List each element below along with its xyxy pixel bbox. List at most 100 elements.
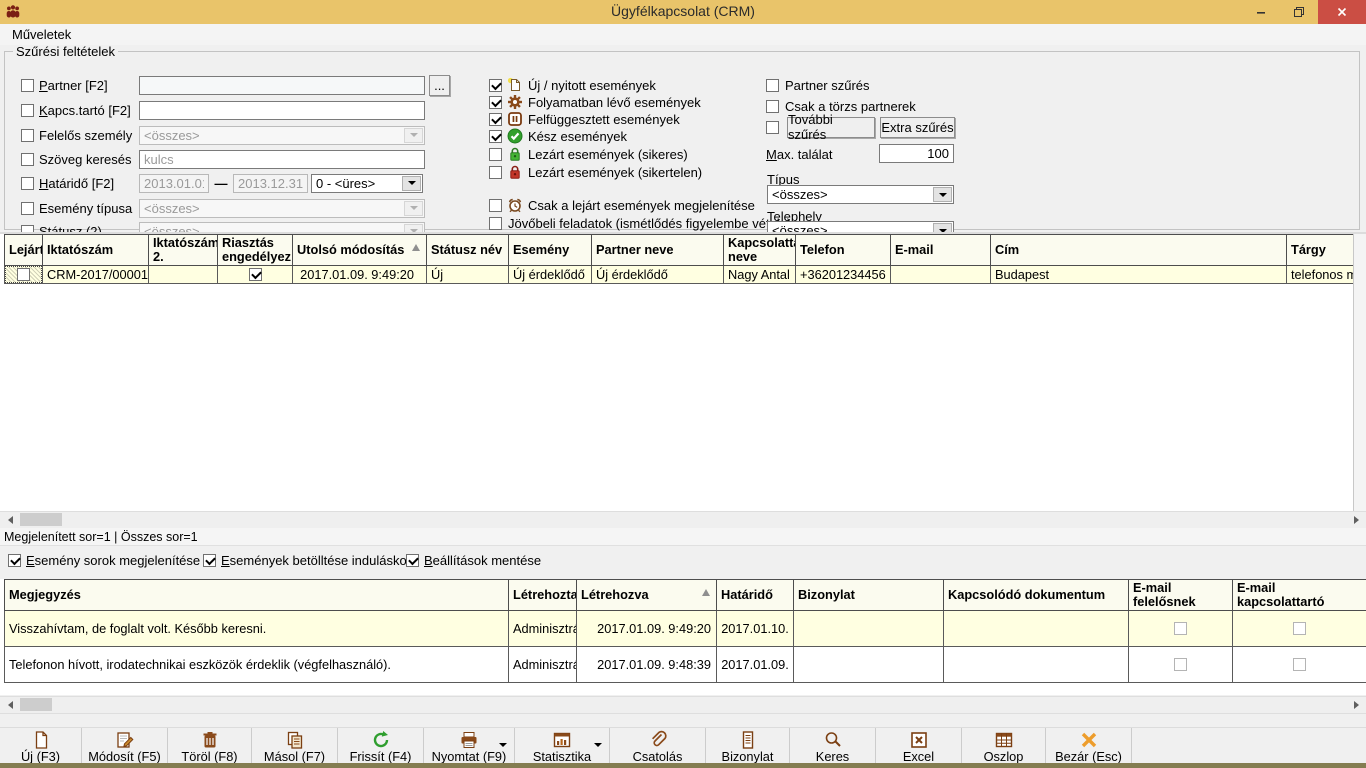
toolbar-torol-button[interactable]: Töröl (F8) — [168, 728, 252, 764]
col-megjegyzes[interactable]: Megjegyzés — [5, 580, 509, 611]
esemenyek-betoltese-checkbox[interactable] — [203, 554, 216, 567]
felelos-combo[interactable]: <összes> — [139, 126, 425, 145]
kapcstarto-filter-checkbox[interactable] — [21, 104, 34, 117]
toolbar-csatolas-button[interactable]: Csatolás — [610, 728, 706, 764]
email-kapcsolattarto-checkbox[interactable] — [1293, 622, 1306, 635]
uj-nyitott-checkbox[interactable] — [489, 79, 502, 92]
cell-email-kapcsolattarto — [1233, 611, 1366, 647]
esemeny-sorok-checkbox[interactable] — [8, 554, 21, 567]
riasztas-checkbox[interactable] — [249, 268, 262, 281]
email-felelos-checkbox[interactable] — [1174, 622, 1187, 635]
notes-grid-hscrollbar[interactable] — [0, 696, 1366, 714]
hscroll-left-arrow-icon[interactable] — [2, 514, 18, 526]
restore-button[interactable] — [1280, 0, 1318, 24]
col-email-felelosnek[interactable]: E-mail felelősnek — [1129, 580, 1233, 611]
szoveg-filter-checkbox[interactable] — [21, 153, 34, 166]
note-row[interactable]: Telefonon hívott, irodatechnikai eszközö… — [5, 647, 1366, 683]
toolbar-oszlop-button[interactable]: Oszlop — [962, 728, 1046, 764]
toolbar-excel-button[interactable]: Excel — [876, 728, 962, 764]
extra-szures-button[interactable]: Extra szűrés — [880, 117, 955, 138]
tipus-combo-arrow-icon[interactable] — [933, 187, 952, 202]
col-lejart[interactable]: Lejárt — [5, 235, 43, 266]
col-hatarido[interactable]: Határidő — [717, 580, 794, 611]
nyomtat-dropdown-arrow-icon[interactable] — [499, 743, 507, 747]
toolbar-modosit-button[interactable]: Módosít (F5) — [82, 728, 168, 764]
col-partner-neve[interactable]: Partner neve — [592, 235, 724, 266]
col-email-kapcsolattarto[interactable]: E-mail kapcsolattartó — [1233, 580, 1366, 611]
col-kapcsolodo-dokumentum[interactable]: Kapcsolódó dokumentum — [944, 580, 1129, 611]
col-email[interactable]: E-mail — [891, 235, 991, 266]
tipus-combo[interactable]: <összes> — [767, 185, 954, 204]
close-button[interactable] — [1318, 0, 1366, 24]
toolbar-bezar-label: Bezár (Esc) — [1055, 749, 1122, 764]
max-talalat-input[interactable] — [879, 144, 954, 163]
window-title: Ügyfélkapcsolat (CRM) — [0, 3, 1366, 19]
menu-muveletek[interactable]: Műveletek — [8, 27, 75, 42]
toolbar-masol-button[interactable]: Másol (F7) — [252, 728, 338, 764]
toolbar-frissit-button[interactable]: Frissít (F4) — [338, 728, 424, 764]
tovabbi-szures-button[interactable]: További szűrés — [787, 117, 875, 138]
szoveg-input[interactable] — [139, 150, 425, 169]
hatarido-empty-combo-arrow-icon[interactable] — [402, 176, 421, 191]
hscroll-left-arrow-icon[interactable] — [2, 699, 18, 711]
hscroll-right-arrow-icon[interactable] — [1348, 699, 1364, 711]
hatarido-from-input[interactable] — [139, 174, 209, 193]
col-bizonylat[interactable]: Bizonylat — [794, 580, 944, 611]
torzs-partnerek-checkbox[interactable] — [766, 100, 779, 113]
toolbar-nyomtat-label: Nyomtat (F9) — [432, 749, 507, 764]
col-iktatoszam2[interactable]: Iktatószám 2. — [149, 235, 218, 266]
partner-szures-checkbox[interactable] — [766, 79, 779, 92]
hscroll-thumb[interactable] — [20, 513, 62, 526]
minimize-button[interactable] — [1242, 0, 1280, 24]
kapcstarto-input[interactable] — [139, 101, 425, 120]
csak-lejart-checkbox[interactable] — [489, 199, 502, 212]
col-kapcsolattarto-neve[interactable]: Kapcsolatta neve — [724, 235, 796, 266]
lezart-sikertelen-checkbox[interactable] — [489, 166, 502, 179]
beallitasok-mentese-checkbox[interactable] — [406, 554, 419, 567]
partner-browse-button[interactable]: ... — [429, 75, 450, 96]
col-riasztas[interactable]: Riasztás engedélyez — [218, 235, 293, 266]
hscroll-thumb[interactable] — [20, 698, 52, 711]
statisztika-dropdown-arrow-icon[interactable] — [594, 743, 602, 747]
toolbar-nyomtat-button[interactable]: Nyomtat (F9) — [424, 728, 515, 764]
toolbar-bizonylat-button[interactable]: Bizonylat — [706, 728, 790, 764]
kesz-checkbox[interactable] — [489, 130, 502, 143]
felfuggesztett-checkbox[interactable] — [489, 113, 502, 126]
felelos-combo-arrow-icon[interactable] — [404, 128, 423, 143]
hatarido-filter-checkbox[interactable] — [21, 177, 34, 190]
esemeny-tipusa-combo-arrow-icon[interactable] — [404, 201, 423, 216]
events-grid-hscrollbar[interactable] — [0, 511, 1366, 529]
col-utolso-modositas[interactable]: Utolsó módosítás — [293, 235, 427, 266]
events-grid-vscrollbar[interactable] — [1353, 234, 1366, 511]
col-telefon[interactable]: Telefon — [796, 235, 891, 266]
lezart-sikeres-checkbox[interactable] — [489, 148, 502, 161]
hscroll-right-arrow-icon[interactable] — [1348, 514, 1364, 526]
col-esemeny[interactable]: Esemény — [509, 235, 592, 266]
note-row[interactable]: Visszahívtam, de foglalt volt. Később ke… — [5, 611, 1366, 647]
esemeny-tipusa-filter-checkbox[interactable] — [21, 202, 34, 215]
partner-input[interactable] — [139, 76, 425, 95]
cell-email-felelos — [1129, 611, 1233, 647]
partner-filter-checkbox[interactable] — [21, 79, 34, 92]
jovobeli-checkbox[interactable] — [489, 217, 502, 230]
col-letrehozta[interactable]: Létrehozta — [509, 580, 577, 611]
toolbar-keres-button[interactable]: Keres — [790, 728, 876, 764]
email-felelos-checkbox[interactable] — [1174, 658, 1187, 671]
col-letrehozva[interactable]: Létrehozva — [577, 580, 717, 611]
toolbar-uj-button[interactable]: Új (F3) — [0, 728, 82, 764]
hatarido-empty-combo[interactable]: 0 - <üres> — [311, 174, 423, 193]
tovabbi-szures-checkbox[interactable] — [766, 121, 779, 134]
esemeny-tipusa-combo[interactable]: <összes> — [139, 199, 425, 218]
folyamatban-checkbox[interactable] — [489, 96, 502, 109]
lejart-cell-checkbox[interactable] — [17, 268, 30, 281]
toolbar-statisztika-button[interactable]: Statisztika — [515, 728, 610, 764]
felelos-filter-checkbox[interactable] — [21, 129, 34, 142]
col-iktatoszam[interactable]: Iktatószám — [43, 235, 149, 266]
col-targy[interactable]: Tárgy — [1287, 235, 1354, 266]
col-statusz-nev[interactable]: Státusz név — [427, 235, 509, 266]
email-kapcsolattarto-checkbox[interactable] — [1293, 658, 1306, 671]
event-row[interactable]: CRM-2017/00001 2017.01.09. 9:49:20 Új Új… — [5, 266, 1354, 284]
hatarido-to-input[interactable] — [233, 174, 308, 193]
toolbar-bezar-button[interactable]: Bezár (Esc) — [1046, 728, 1132, 764]
col-cim[interactable]: Cím — [991, 235, 1287, 266]
